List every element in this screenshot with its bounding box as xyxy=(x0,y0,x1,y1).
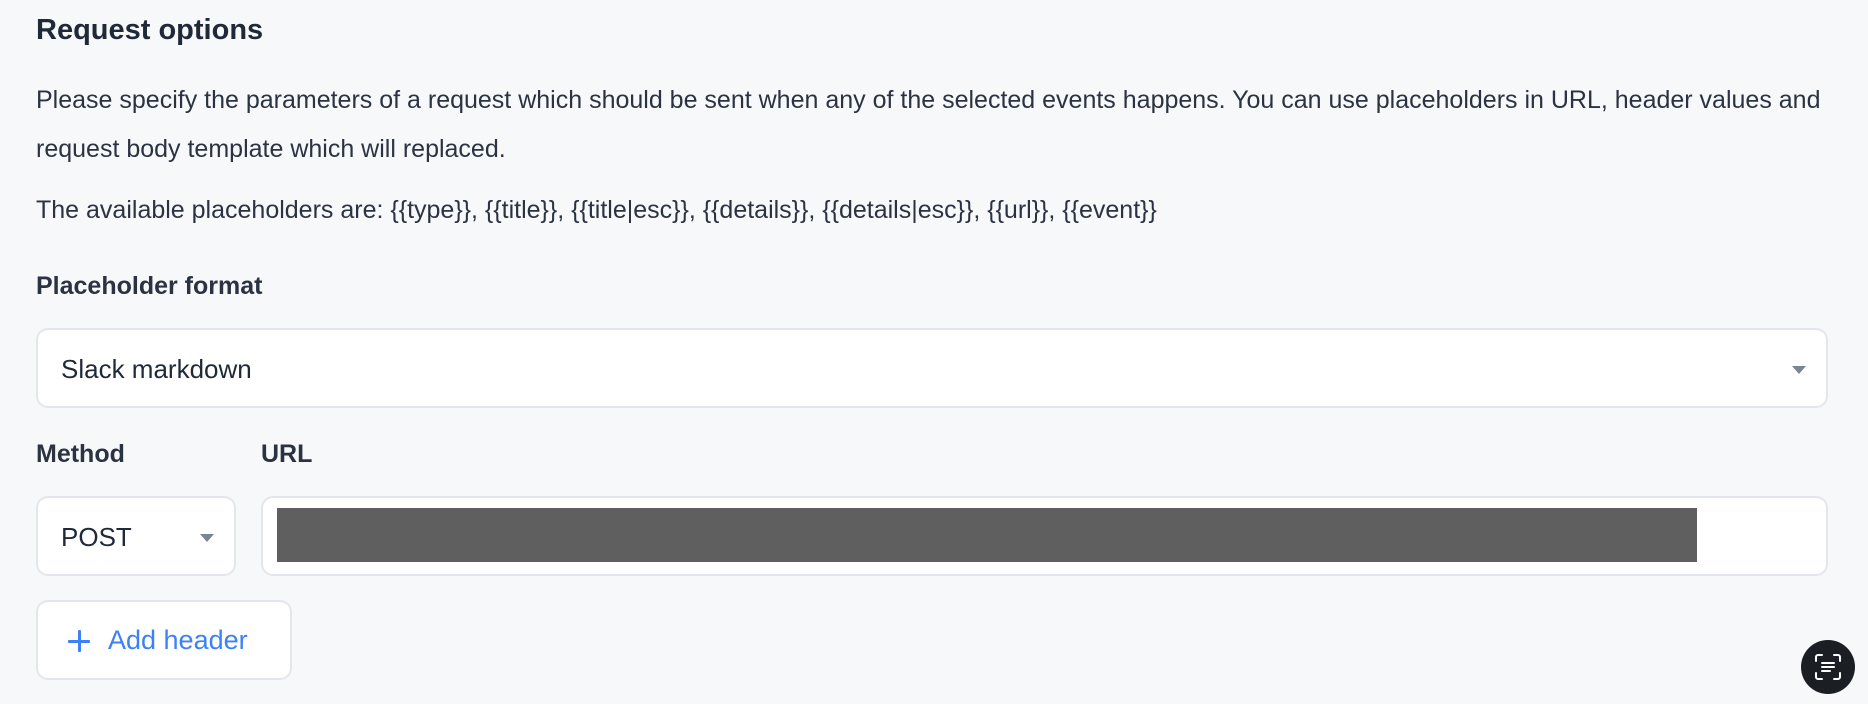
text-scan-icon xyxy=(1815,654,1841,680)
add-header-label: Add header xyxy=(108,625,248,655)
chevron-down-icon xyxy=(1792,366,1806,374)
chevron-down-icon xyxy=(200,534,214,542)
section-description: Please specify the parameters of a reque… xyxy=(36,86,1821,163)
placeholder-format-select[interactable]: Slack markdown xyxy=(36,328,1828,408)
method-select[interactable]: POST xyxy=(36,496,236,576)
url-label: URL xyxy=(261,440,313,468)
method-label: Method xyxy=(36,440,125,468)
placeholder-format-label: Placeholder format xyxy=(36,272,263,300)
redacted-url-value xyxy=(277,508,1697,562)
placeholder-format-value: Slack markdown xyxy=(61,354,252,384)
method-value: POST xyxy=(61,522,132,552)
text-scan-button[interactable] xyxy=(1801,640,1855,694)
plus-icon xyxy=(68,630,90,652)
section-title: Request options xyxy=(36,14,264,46)
add-header-button[interactable]: Add header xyxy=(36,600,292,680)
placeholders-list: The available placeholders are: {{type}}… xyxy=(36,196,1157,224)
url-input[interactable] xyxy=(261,496,1828,576)
